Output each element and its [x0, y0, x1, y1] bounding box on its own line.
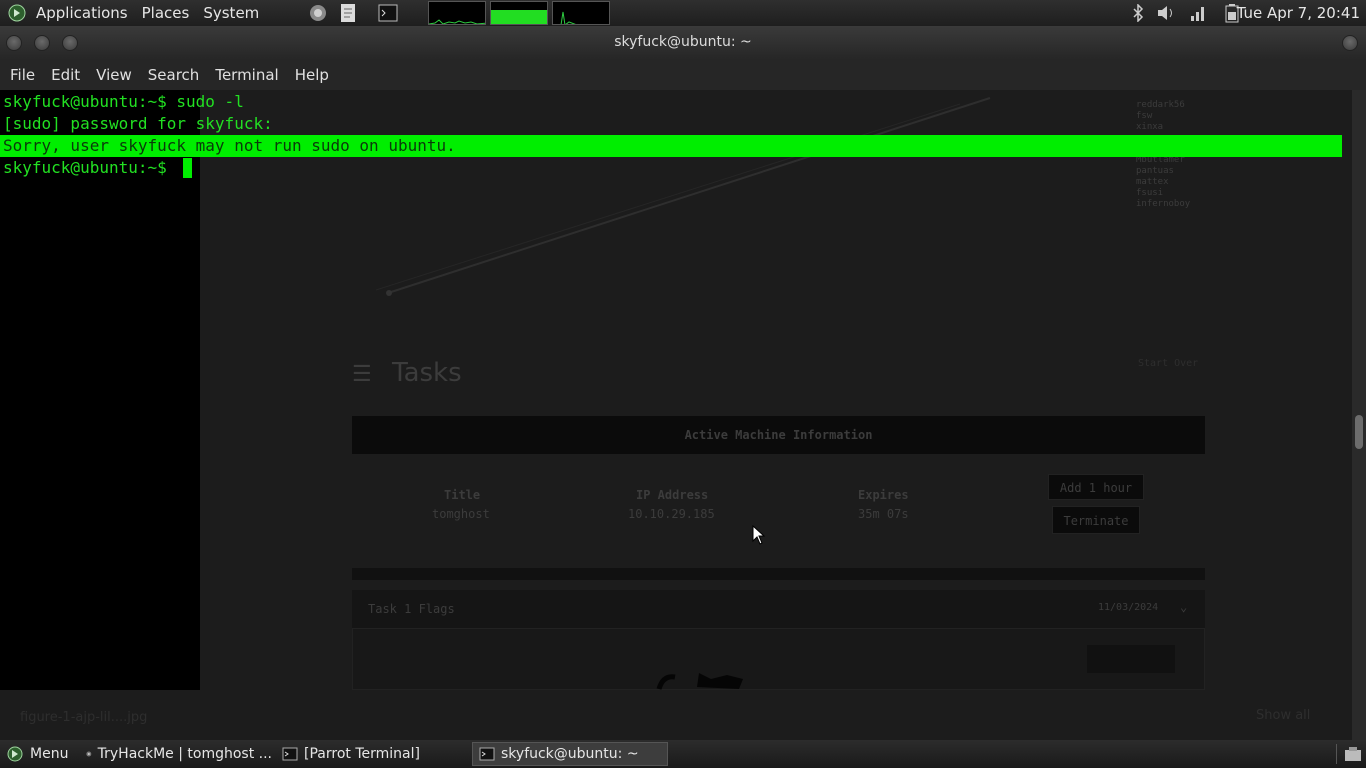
terminal-icon — [479, 747, 495, 761]
menu-terminal[interactable]: Terminal — [215, 66, 278, 84]
top-panel: Applications Places System Tue Apr 7, 20… — [0, 0, 1366, 26]
legend-item: fsusi — [1136, 188, 1164, 198]
network-icon[interactable] — [1188, 3, 1208, 23]
menu-button-label: Menu — [30, 746, 69, 762]
legend-item: fsw — [1136, 111, 1153, 121]
terminal-line-1: skyfuck@ubuntu:~$ sudo -l — [3, 92, 244, 111]
menu-edit[interactable]: Edit — [51, 66, 80, 84]
tasks-list-icon: ☰ — [352, 362, 372, 387]
terminal-dark-pane — [0, 90, 200, 690]
taskbar-item-label: TryHackMe | tomghost ... — [97, 746, 272, 762]
taskbar-item-browser[interactable]: TryHackMe | tomghost ... — [80, 742, 272, 766]
legend-item: pantuas — [1136, 166, 1174, 176]
places-menu[interactable]: Places — [142, 4, 190, 22]
background-page: reddark56 fsw xinxa Mbutlamer pantuas ma… — [20, 90, 1352, 740]
legend-item: xinxa — [1136, 122, 1164, 132]
task-accordion: Task 1 Flags 11/03/2024 ⌄ — [352, 590, 1205, 628]
task-item-label: Task 1 Flags — [368, 602, 455, 616]
text-editor-icon[interactable] — [337, 3, 359, 23]
taskbar-item-parrot-terminal[interactable]: [Parrot Terminal] — [276, 742, 468, 766]
machine-expires-value: 35m 07s — [858, 507, 909, 521]
taskbar-item-label: skyfuck@ubuntu: ~ — [501, 746, 639, 762]
volume-icon[interactable] — [1156, 3, 1176, 23]
task-item-date: 11/03/2024 — [1098, 602, 1159, 613]
col-ip: IP Address — [636, 488, 709, 502]
menu-button[interactable]: Menu — [0, 742, 76, 766]
window-resize-button[interactable] — [1342, 35, 1358, 51]
add-hour-button: Add 1 hour — [1048, 474, 1144, 500]
clock[interactable]: Tue Apr 7, 20:41 — [1237, 4, 1360, 22]
menu-help[interactable]: Help — [295, 66, 329, 84]
terminal-line-3: Sorry, user skyfuck may not run sudo on … — [3, 136, 456, 155]
menu-view[interactable]: View — [96, 66, 132, 84]
terminal-cursor — [183, 158, 192, 178]
show-desktop-icon[interactable] — [1344, 745, 1362, 763]
cpu-graph — [428, 1, 486, 25]
machine-info-bar: Active Machine Information — [352, 416, 1205, 454]
show-all-link: Show all — [1256, 708, 1311, 723]
start-over-link: Start Over — [1138, 358, 1199, 369]
parrot-menu-icon — [7, 746, 23, 762]
terminal-launcher-icon[interactable] — [377, 3, 399, 23]
taskbar-separator — [1336, 744, 1337, 764]
chevron-down-icon: ⌄ — [1180, 600, 1188, 614]
window-titlebar[interactable]: skyfuck@ubuntu: ~ — [0, 26, 1366, 60]
bottom-taskbar: Menu TryHackMe | tomghost ... [Parrot Te… — [0, 740, 1366, 768]
col-expires: Expires — [858, 488, 909, 502]
network-graph — [552, 1, 610, 25]
legend-item: mattex — [1136, 177, 1169, 187]
legend-item: reddark56 — [1136, 100, 1185, 110]
window-title: skyfuck@ubuntu: ~ — [614, 34, 752, 50]
bluetooth-icon[interactable] — [1128, 3, 1148, 23]
taskbar-item-label: [Parrot Terminal] — [304, 746, 420, 762]
parrot-logo-icon[interactable] — [6, 2, 28, 24]
tasks-heading: Tasks — [392, 358, 462, 388]
parrot-browser-icon[interactable] — [307, 3, 329, 23]
progress-strip — [352, 568, 1205, 580]
machine-ip-value: 10.10.29.185 — [628, 507, 715, 521]
memory-graph — [490, 1, 548, 25]
browser-icon — [86, 751, 92, 757]
machine-info-title: Active Machine Information — [684, 428, 873, 442]
terminate-button: Terminate — [1052, 506, 1140, 534]
download-file-label: figure-1-ajp-lil....jpg — [20, 710, 148, 725]
system-menu[interactable]: System — [203, 4, 259, 22]
taskbar-item-active-terminal[interactable]: skyfuck@ubuntu: ~ — [472, 742, 668, 766]
task-content — [352, 628, 1205, 690]
menu-file[interactable]: File — [10, 66, 35, 84]
terminal-view[interactable]: reddark56 fsw xinxa Mbutlamer pantuas ma… — [0, 90, 1352, 740]
terminal-prompt: skyfuck@ubuntu:~$ — [3, 158, 177, 177]
terminal-line-2: [sudo] password for skyfuck: — [3, 114, 273, 133]
terminal-scrollbar[interactable] — [1352, 90, 1366, 740]
legend-item: infernoboy — [1136, 199, 1191, 209]
machine-title-value: tomghost — [432, 507, 490, 521]
applications-menu[interactable]: Applications — [36, 4, 128, 22]
terminal-menubar: File Edit View Search Terminal Help — [0, 60, 1366, 90]
col-title: Title — [444, 488, 481, 502]
ghost-figure — [656, 673, 743, 690]
mouse-pointer-icon — [752, 525, 766, 545]
terminal-icon — [282, 747, 298, 761]
scrollbar-thumb[interactable] — [1355, 415, 1363, 449]
task-button — [1087, 645, 1175, 673]
menu-search[interactable]: Search — [148, 66, 200, 84]
